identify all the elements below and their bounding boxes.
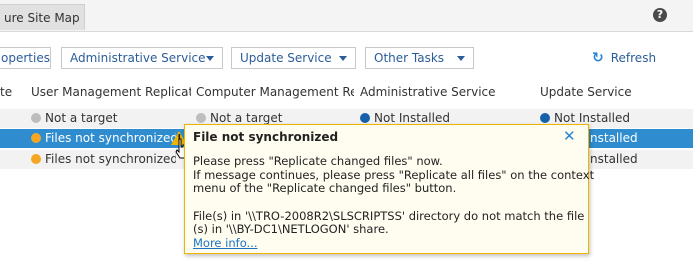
user-management-cell: Files not synchronized xyxy=(31,129,176,148)
refresh-icon: ↻ xyxy=(592,50,604,66)
administrative-service-dropdown[interactable]: Administrative Service xyxy=(61,47,223,69)
tab-strip: ure Site Map ? xyxy=(0,0,693,32)
tooltip-text-line: File(s) in '\\TRO-2008R2\SLSCRIPTSS' dir… xyxy=(193,209,585,223)
tooltip-text-line: Please press "Replicate changed files" n… xyxy=(193,154,443,168)
update-service-dropdown[interactable]: Update Service xyxy=(231,47,356,69)
tab-site-map[interactable]: ure Site Map xyxy=(0,4,85,30)
tooltip-text-line: If message continues, please press "Repl… xyxy=(193,168,595,182)
tooltip-text-line: (s) in '\\BY-DC1\NETLOGON' share. xyxy=(193,222,389,236)
update-service-status: nstalled xyxy=(590,152,638,166)
properties-label: operties xyxy=(1,51,50,65)
close-icon[interactable]: ✕ xyxy=(563,127,576,145)
other-tasks-dropdown[interactable]: Other Tasks xyxy=(365,47,474,69)
update-service-status: Not Installed xyxy=(554,111,630,125)
update-service-cell: nstalled xyxy=(590,129,690,148)
column-header-administrative-service[interactable]: Administrative Service xyxy=(360,85,530,103)
column-header-computer-management[interactable]: Computer Management Re... xyxy=(196,85,354,103)
tooltip-text-line: menu of the "Replicate changed files" bu… xyxy=(193,181,457,195)
tooltip-title: File not synchronized xyxy=(193,130,339,144)
more-info-link[interactable]: More info... xyxy=(193,236,258,250)
status-icon xyxy=(360,113,370,123)
status-icon xyxy=(31,154,41,164)
user-management-status: Files not synchronized xyxy=(45,131,176,145)
refresh-button[interactable]: ↻ Refresh xyxy=(592,50,656,66)
other-tasks-label: Other Tasks xyxy=(374,51,445,65)
refresh-label: Refresh xyxy=(610,51,657,65)
sync-warning-tooltip: File not synchronized ✕ Please press "Re… xyxy=(184,124,594,254)
user-management-status: Not a target xyxy=(45,111,118,125)
update-service-status: nstalled xyxy=(590,131,638,145)
administrative-service-status: Not Installed xyxy=(374,111,450,125)
status-icon xyxy=(540,113,550,123)
user-management-status: Files not synchronized xyxy=(45,152,176,166)
column-header-state[interactable]: te xyxy=(0,85,25,103)
toolbar: operties Administrative Service Update S… xyxy=(0,47,693,71)
status-icon xyxy=(31,133,41,143)
properties-button[interactable]: operties xyxy=(0,47,51,69)
column-header-user-management[interactable]: User Management Replicat... xyxy=(31,85,191,103)
column-header-update-service[interactable]: Update Service xyxy=(540,85,690,103)
status-icon xyxy=(196,113,206,123)
update-service-label: Update Service xyxy=(240,51,332,65)
administrative-service-label: Administrative Service xyxy=(70,51,206,65)
chevron-down-icon xyxy=(339,56,347,61)
update-service-cell: nstalled xyxy=(590,150,690,169)
computer-management-status: Not a target xyxy=(210,111,283,125)
chevron-down-icon xyxy=(206,56,214,61)
chevron-down-icon xyxy=(457,56,465,61)
help-icon[interactable]: ? xyxy=(653,8,667,22)
status-icon xyxy=(31,113,41,123)
user-management-cell: Not a target xyxy=(31,109,191,128)
user-management-cell: Files not synchronized xyxy=(31,150,176,169)
